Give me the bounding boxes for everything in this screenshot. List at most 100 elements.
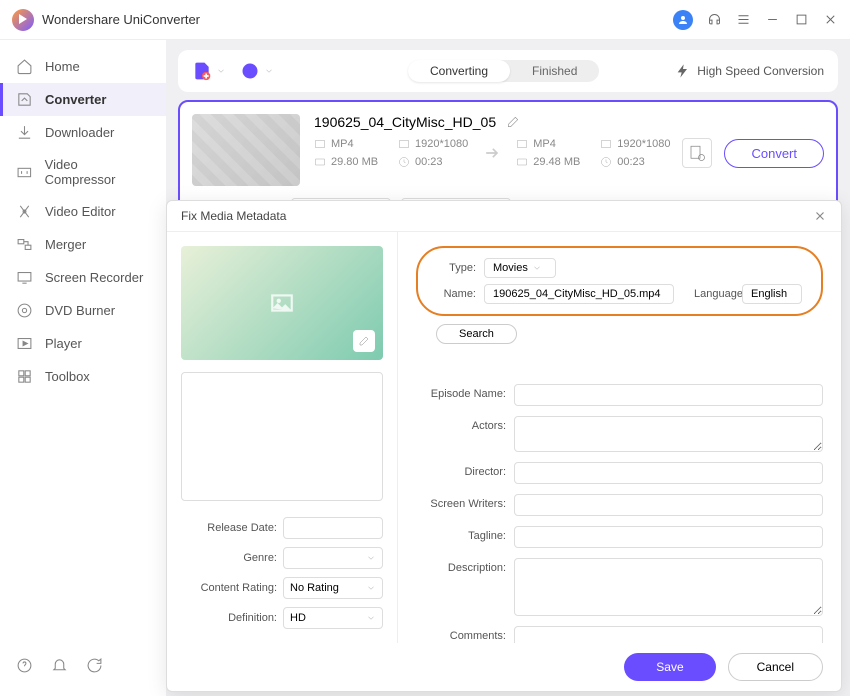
- source-duration: 00:23: [415, 156, 443, 168]
- bolt-icon: [675, 63, 691, 79]
- resolution-icon: [600, 138, 612, 150]
- tab-converting[interactable]: Converting: [408, 60, 510, 82]
- sidebar-item-label: Screen Recorder: [45, 270, 143, 285]
- file-gear-icon: [688, 144, 706, 162]
- chevron-down-icon: [366, 583, 376, 593]
- toolbox-icon: [16, 368, 33, 385]
- status-tabs: Converting Finished: [408, 60, 599, 82]
- tab-finished[interactable]: Finished: [510, 60, 599, 82]
- pencil-icon: [358, 335, 370, 347]
- language-label: Language:: [694, 288, 734, 300]
- dvd-icon: [16, 302, 33, 319]
- source-resolution: 1920*1080: [415, 138, 468, 150]
- sidebar-item-label: Downloader: [45, 125, 114, 140]
- source-format: MP4: [331, 138, 354, 150]
- metadata-modal: Fix Media Metadata Release Date: Genre: …: [166, 200, 842, 692]
- name-input[interactable]: [484, 284, 674, 304]
- sidebar-item-label: Converter: [45, 92, 106, 107]
- type-select[interactable]: Movies: [484, 258, 556, 278]
- chevron-down-icon: [216, 66, 226, 76]
- description-input[interactable]: [514, 558, 823, 616]
- maximize-icon[interactable]: [794, 12, 809, 27]
- edit-preview-button[interactable]: [353, 330, 375, 352]
- source-size: 29.80 MB: [331, 156, 378, 168]
- sidebar-item-label: DVD Burner: [45, 303, 115, 318]
- sidebar-item-dvd[interactable]: DVD Burner: [0, 294, 166, 327]
- feedback-icon[interactable]: [86, 657, 103, 674]
- file-name: 190625_04_CityMisc_HD_05: [314, 114, 496, 130]
- search-button[interactable]: Search: [436, 324, 517, 344]
- chevron-down-icon: [791, 289, 793, 299]
- high-speed-toggle[interactable]: High Speed Conversion: [675, 63, 824, 79]
- language-select[interactable]: English: [742, 284, 802, 304]
- release-date-label: Release Date:: [181, 522, 277, 534]
- sidebar-item-label: Toolbox: [45, 369, 90, 384]
- sidebar-item-label: Video Compressor: [45, 157, 150, 187]
- sidebar-item-label: Home: [45, 59, 80, 74]
- headset-icon[interactable]: [707, 12, 722, 27]
- image-placeholder-icon: [269, 290, 295, 316]
- arrow-icon: [478, 139, 506, 167]
- sidebar-item-merger[interactable]: Merger: [0, 228, 166, 261]
- target-size: 29.48 MB: [533, 156, 580, 168]
- close-icon[interactable]: [823, 12, 838, 27]
- add-file-icon: [192, 61, 212, 81]
- director-input[interactable]: [514, 462, 823, 484]
- download-icon: [16, 124, 33, 141]
- sidebar-item-label: Merger: [45, 237, 86, 252]
- home-icon: [16, 58, 33, 75]
- bell-icon[interactable]: [51, 657, 68, 674]
- compress-icon: [16, 164, 33, 181]
- episode-name-input[interactable]: [514, 384, 823, 406]
- modal-title: Fix Media Metadata: [181, 209, 286, 223]
- add-url-button[interactable]: [240, 61, 274, 81]
- save-button[interactable]: Save: [624, 653, 715, 681]
- actors-input[interactable]: [514, 416, 823, 452]
- sidebar-item-compressor[interactable]: Video Compressor: [0, 149, 166, 195]
- video-thumbnail[interactable]: [192, 114, 300, 186]
- user-avatar-icon[interactable]: [673, 10, 693, 30]
- menu-icon[interactable]: [736, 12, 751, 27]
- toolbar: Converting Finished High Speed Conversio…: [178, 50, 838, 92]
- screen-writers-input[interactable]: [514, 494, 823, 516]
- help-icon[interactable]: [16, 657, 33, 674]
- sidebar-item-home[interactable]: Home: [0, 50, 166, 83]
- format-icon: [516, 138, 528, 150]
- tagline-input[interactable]: [514, 526, 823, 548]
- type-label: Type:: [436, 262, 476, 274]
- sidebar-item-editor[interactable]: Video Editor: [0, 195, 166, 228]
- output-settings-button[interactable]: [682, 138, 712, 168]
- comments-input[interactable]: [514, 626, 823, 643]
- editor-icon: [16, 203, 33, 220]
- target-resolution: 1920*1080: [617, 138, 670, 150]
- description-label: Description:: [416, 558, 506, 574]
- minimize-icon[interactable]: [765, 12, 780, 27]
- episode-name-label: Episode Name:: [416, 384, 506, 400]
- sidebar-item-player[interactable]: Player: [0, 327, 166, 360]
- sidebar-item-label: Video Editor: [45, 204, 116, 219]
- release-date-input[interactable]: [283, 517, 383, 539]
- modal-close-icon[interactable]: [813, 209, 827, 223]
- sidebar-item-recorder[interactable]: Screen Recorder: [0, 261, 166, 294]
- definition-select[interactable]: HD: [283, 607, 383, 629]
- convert-button[interactable]: Convert: [724, 139, 824, 168]
- converter-icon: [16, 91, 33, 108]
- genre-select[interactable]: [283, 547, 383, 569]
- rename-icon[interactable]: [506, 115, 520, 129]
- chevron-down-icon: [366, 613, 376, 623]
- sidebar: Home Converter Downloader Video Compress…: [0, 40, 166, 696]
- format-icon: [314, 138, 326, 150]
- duration-icon: [398, 156, 410, 168]
- cancel-button[interactable]: Cancel: [728, 653, 823, 681]
- chevron-down-icon: [264, 66, 274, 76]
- resolution-icon: [398, 138, 410, 150]
- target-duration: 00:23: [617, 156, 645, 168]
- add-file-button[interactable]: [192, 61, 226, 81]
- chevron-down-icon: [532, 263, 542, 273]
- content-rating-select[interactable]: No Rating: [283, 577, 383, 599]
- sidebar-item-downloader[interactable]: Downloader: [0, 116, 166, 149]
- sidebar-item-converter[interactable]: Converter: [0, 83, 166, 116]
- poster-placeholder[interactable]: [181, 372, 383, 501]
- definition-label: Definition:: [181, 612, 277, 624]
- sidebar-item-toolbox[interactable]: Toolbox: [0, 360, 166, 393]
